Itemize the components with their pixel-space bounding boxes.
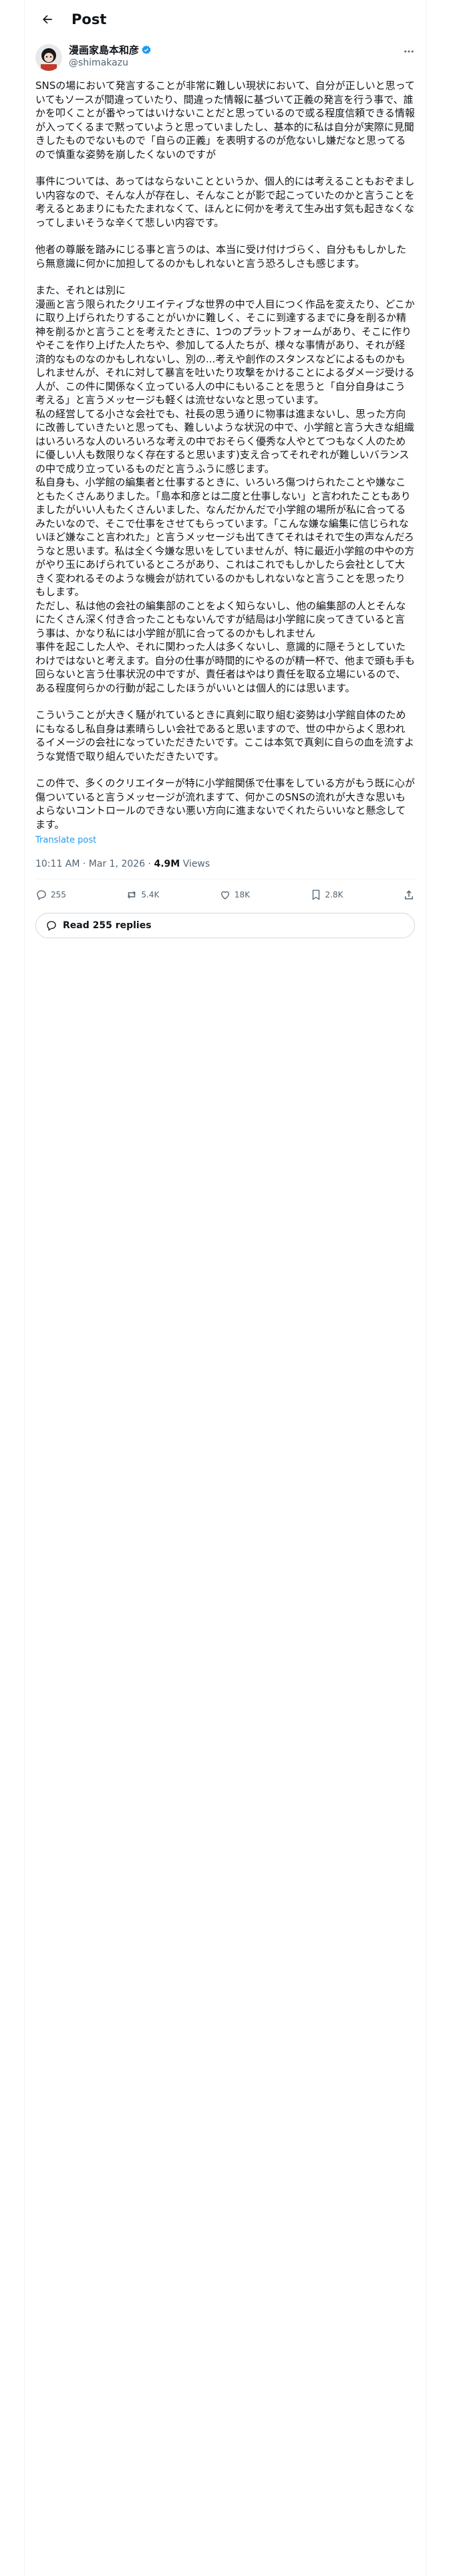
views-label: Views bbox=[180, 859, 210, 869]
post-paragraph: 事件を起こした人や、それに関わった人は多くないし、意識的に隠そうとしていたわけで… bbox=[35, 641, 415, 694]
repost-count: 5.4K bbox=[141, 890, 160, 899]
reply-bubble-icon bbox=[47, 921, 56, 932]
share-icon bbox=[404, 890, 413, 899]
verified-badge-icon bbox=[142, 45, 151, 54]
post-author: 漫画家島本和彦 @shimakazu bbox=[25, 39, 426, 71]
read-replies-label: Read 255 replies bbox=[63, 920, 152, 931]
reply-count: 255 bbox=[51, 890, 66, 899]
share-button[interactable] bbox=[403, 889, 415, 901]
post-paragraph: 私自身も、小学館の編集者と仕事するときに、いろいろ傷つけられたことや嫌なこともた… bbox=[35, 476, 415, 598]
post-paragraph: SNSの場において発言することが非常に難しい現状において、自分が正しいと思ってい… bbox=[35, 80, 415, 160]
reply-icon bbox=[37, 890, 46, 901]
translate-post-link[interactable]: Translate post bbox=[25, 831, 426, 845]
more-horizontal-icon bbox=[404, 50, 414, 53]
author-display-name[interactable]: 漫画家島本和彦 bbox=[69, 43, 152, 57]
like-button[interactable]: 18K bbox=[219, 889, 250, 901]
bookmark-button[interactable]: 2.8K bbox=[310, 889, 343, 901]
avatar-image bbox=[35, 44, 62, 71]
like-count: 18K bbox=[234, 890, 250, 899]
post-paragraph: こういうことが大きく騒がれているときに真剣に取り組む姿勢は小学館自体のためにもな… bbox=[35, 709, 415, 762]
heart-icon bbox=[220, 891, 229, 899]
reply-button[interactable]: 255 bbox=[35, 889, 66, 901]
post-meta: 10:11 AM · Mar 1, 2026 · 4.9M Views bbox=[35, 845, 415, 879]
action-bar: 255 5.4K 18K 2.8K bbox=[25, 879, 426, 910]
display-name-text: 漫画家島本和彦 bbox=[69, 44, 140, 56]
top-bar: Post bbox=[25, 0, 426, 39]
bookmark-icon bbox=[312, 889, 319, 901]
more-options-button[interactable] bbox=[403, 45, 415, 60]
arrow-left-icon bbox=[43, 15, 52, 24]
page-title: Post bbox=[71, 11, 107, 27]
post-paragraph: ただし、私は他の会社の編集部のことをよく知らないし、他の編集部の人とそんなにたく… bbox=[35, 599, 406, 639]
avatar[interactable] bbox=[35, 44, 62, 71]
post-text: SNSの場において発言することが非常に難しい現状において、自分が正しいと思ってい… bbox=[25, 71, 426, 831]
author-handle[interactable]: @shimakazu bbox=[69, 58, 152, 68]
post-paragraph: また、それとは別に 漫画と言う限られたクリエイティブな世界の中で人目につく作品を… bbox=[35, 284, 415, 406]
bookmark-count: 2.8K bbox=[325, 890, 343, 899]
author-names: 漫画家島本和彦 @shimakazu bbox=[69, 43, 152, 68]
post-paragraph: 事件については、あってはならないことというか、個人的には考えることもおぞましい内… bbox=[35, 175, 415, 229]
post-paragraph: 私の経営してる小さな会社でも、社長の思う通りに物事は進まないし、思った方向に改善… bbox=[35, 407, 414, 475]
read-replies-button[interactable]: Read 255 replies bbox=[35, 913, 415, 938]
repost-icon bbox=[128, 891, 136, 899]
post-paragraph: この件で、多くのクリエイターが特に小学館関係で仕事をしている方がもう既に心が傷つ… bbox=[35, 777, 415, 831]
views-count: 4.9M bbox=[154, 859, 180, 869]
post-detail-column: Post 漫画家島本和彦 @shimakazu SNSの場において発言することが bbox=[24, 0, 426, 2576]
repost-button[interactable]: 5.4K bbox=[126, 889, 159, 901]
back-button[interactable] bbox=[35, 7, 59, 31]
post-timestamp[interactable]: 10:11 AM · Mar 1, 2026 · bbox=[35, 859, 154, 869]
post-paragraph: 他者の尊厳を踏みにじる事と言うのは、本当に受け付けづらく、自分ももしかしたら無意… bbox=[35, 243, 407, 270]
